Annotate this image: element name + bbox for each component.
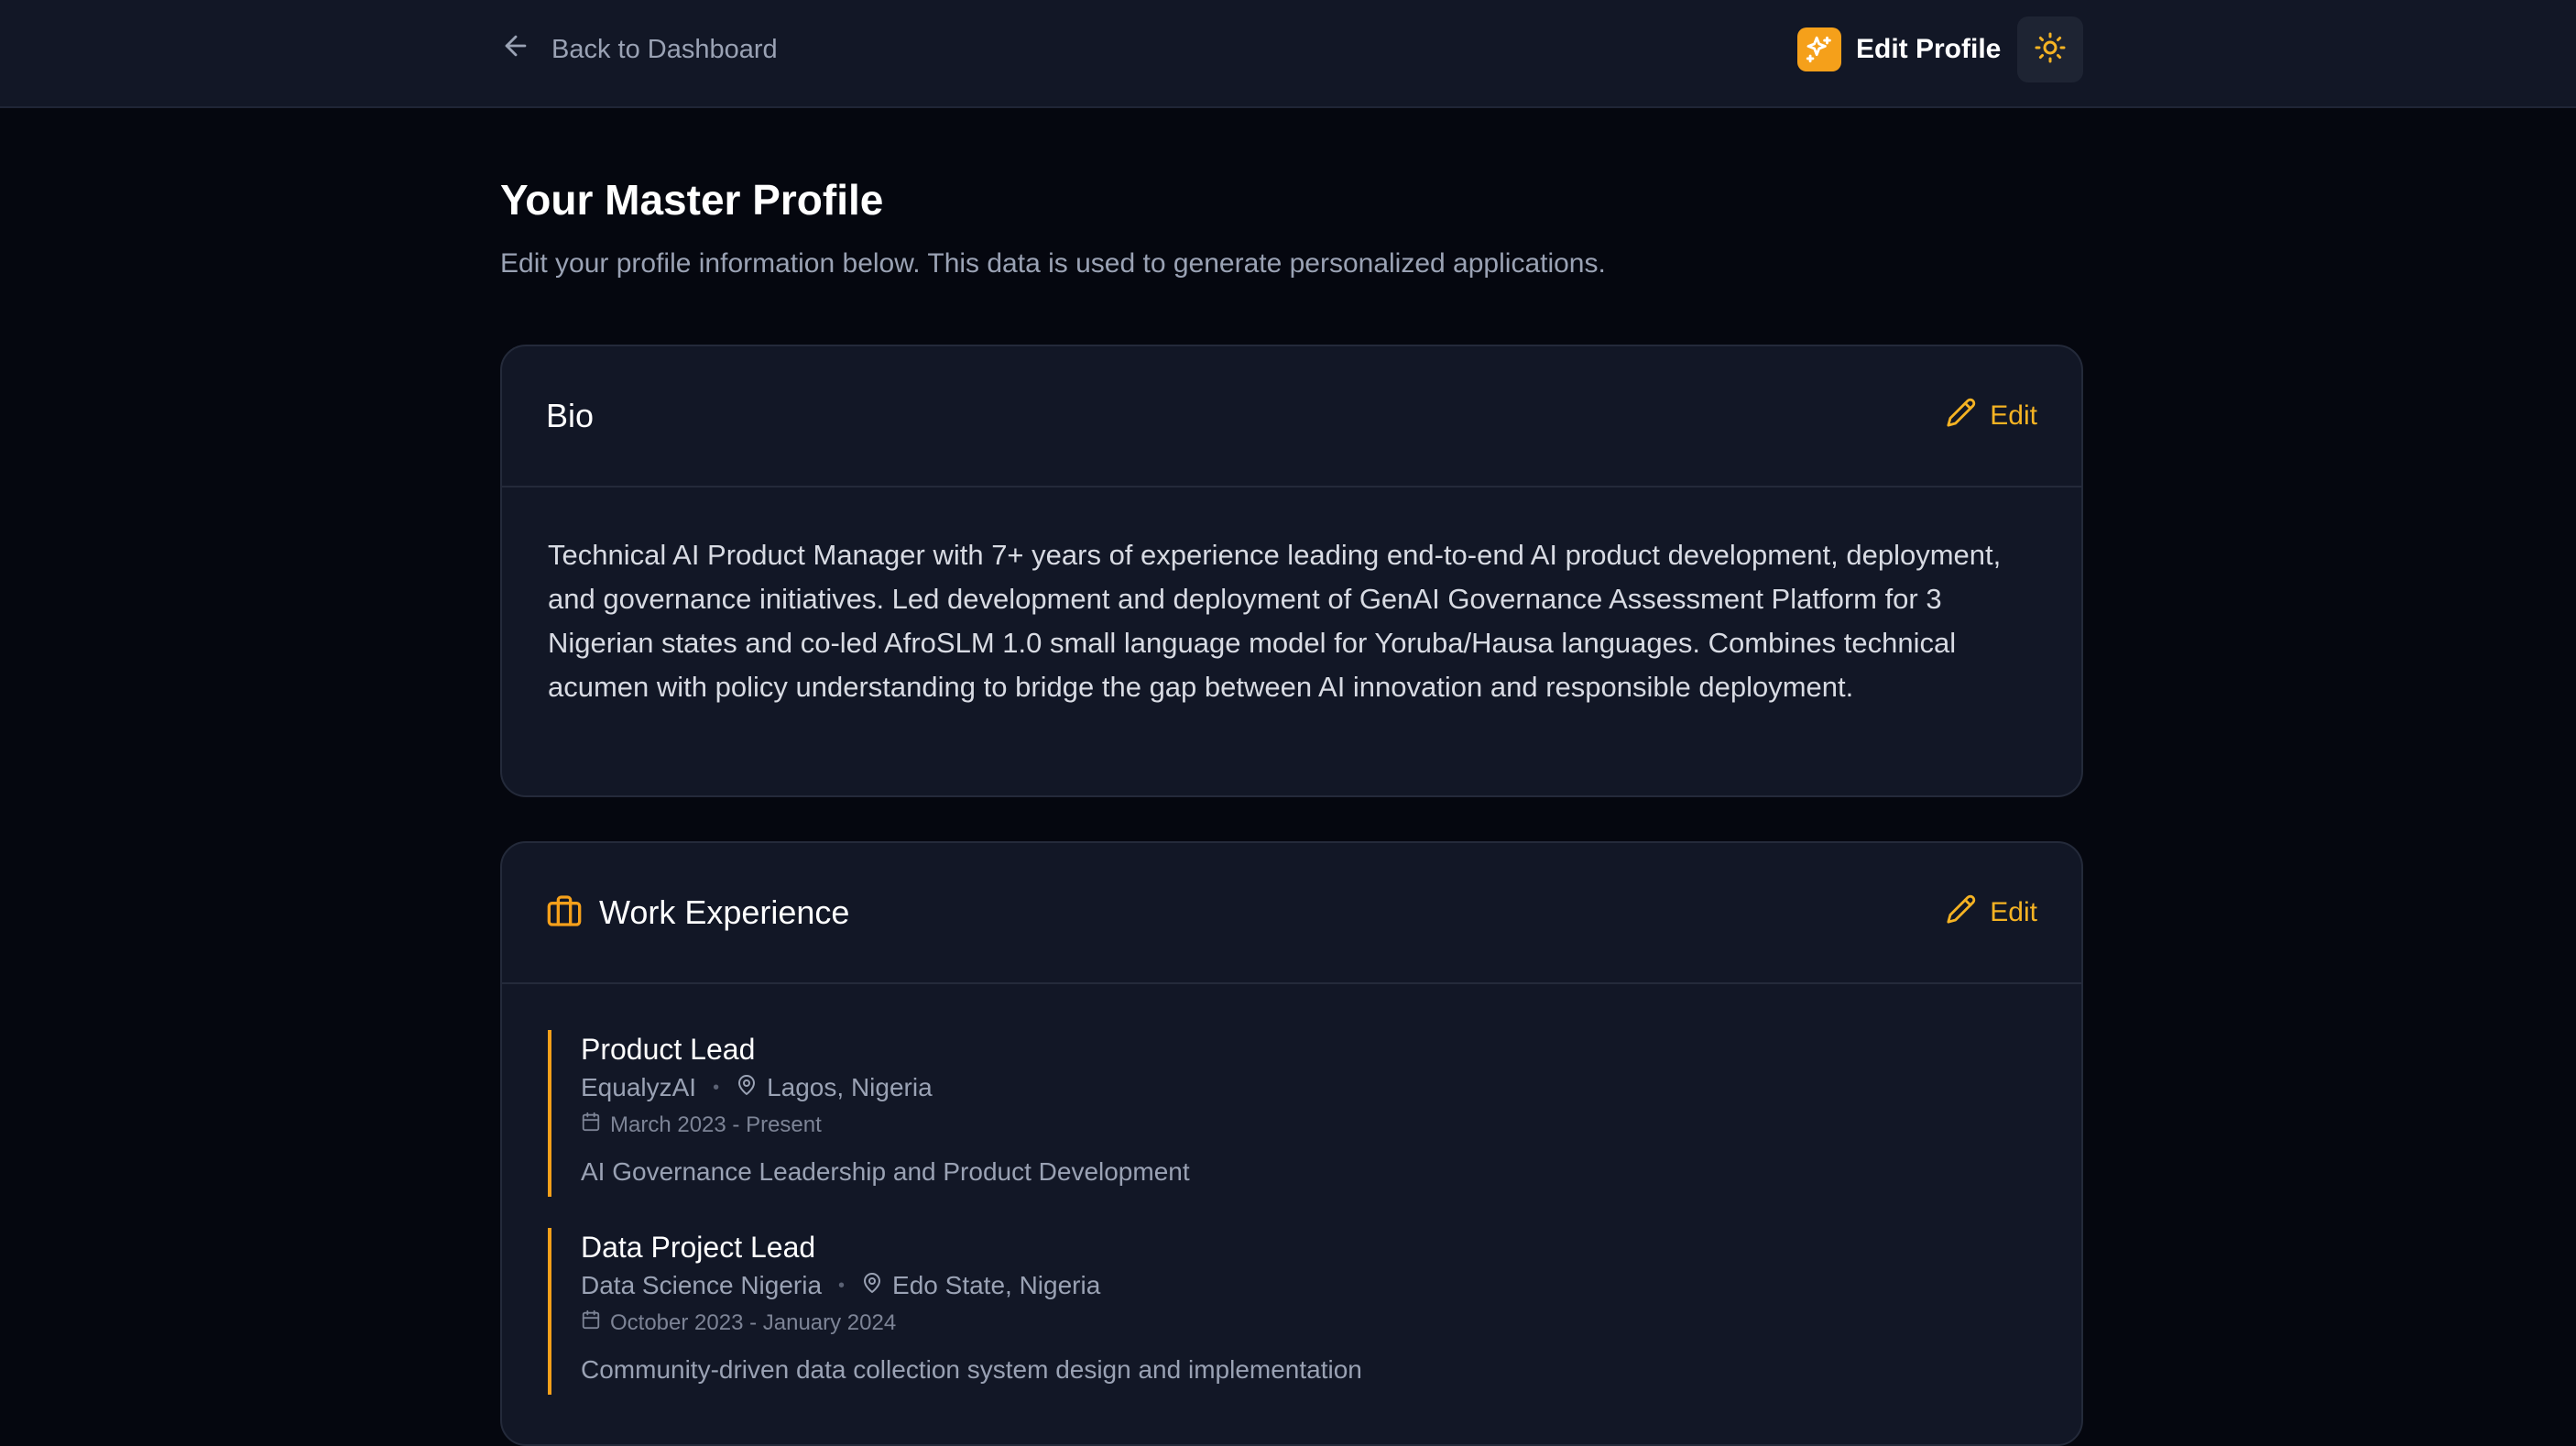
back-to-dashboard-link[interactable]: Back to Dashboard (500, 27, 778, 71)
calendar-icon (581, 1305, 610, 1342)
theme-toggle-button[interactable] (2017, 16, 2083, 82)
pencil-icon (1946, 397, 1990, 435)
page-title: Your Master Profile (500, 176, 884, 224)
sparkles-icon (1797, 27, 1841, 71)
work-location-label: Lagos, Nigeria (767, 1073, 933, 1101)
map-pin-icon (736, 1068, 767, 1107)
work-company: EqualyzAI (581, 1073, 697, 1101)
sun-icon (2034, 31, 2067, 69)
back-link-label: Back to Dashboard (551, 34, 778, 64)
bio-text: Technical AI Product Manager with 7+ yea… (548, 539, 2002, 703)
briefcase-icon (546, 893, 599, 934)
work-location-label: Edo State, Nigeria (892, 1271, 1101, 1299)
work-company: Data Science Nigeria (581, 1271, 823, 1299)
work-description: Community-driven data collection system … (581, 1355, 1362, 1384)
bio-edit-label: Edit (1990, 400, 2037, 431)
work-meta: EqualyzAI • Lagos, Nigeria (581, 1068, 2037, 1107)
pencil-icon (1946, 893, 1990, 932)
work-edit-button[interactable]: Edit (1946, 893, 2037, 932)
brand: Edit Profile (1797, 27, 2576, 71)
work-role: Data Project Lead (581, 1231, 816, 1264)
work-description: AI Governance Leadership and Product Dev… (581, 1157, 1190, 1186)
work-experience-list: Product Lead EqualyzAI • Lagos, Nigeria … (502, 984, 2081, 1395)
calendar-icon (581, 1107, 610, 1144)
work-meta: Data Science Nigeria • Edo State, Nigeri… (581, 1266, 2037, 1305)
bio-card-title: Bio (546, 397, 595, 434)
map-pin-icon (861, 1266, 892, 1305)
arrow-left-icon (500, 30, 551, 69)
separator-dot: • (838, 1276, 846, 1296)
work-dates-label: March 2023 - Present (610, 1112, 822, 1137)
brand-title: Edit Profile (1856, 34, 2002, 64)
work-role: Product Lead (581, 1033, 756, 1066)
work-card-title: Work Experience (599, 893, 850, 931)
work-location: Edo State, Nigeria (861, 1266, 1100, 1305)
work-card-header: Work Experience Edit (502, 843, 2081, 984)
work-edit-label: Edit (1990, 897, 2037, 927)
bio-edit-button[interactable]: Edit (1946, 397, 2037, 435)
page-subtitle: Edit your profile information below. Thi… (500, 248, 1606, 279)
work-item: Data Project Lead Data Science Nigeria •… (548, 1228, 2037, 1395)
work-dates: March 2023 - Present (581, 1107, 2037, 1144)
work-item: Product Lead EqualyzAI • Lagos, Nigeria … (548, 1030, 2037, 1197)
work-dates: October 2023 - January 2024 (581, 1305, 2037, 1342)
work-dates-label: October 2023 - January 2024 (610, 1310, 897, 1335)
separator-dot: • (713, 1078, 720, 1098)
top-navigation-bar: Back to Dashboard Edit Profile (0, 0, 2576, 108)
bio-card-header: Bio Edit (502, 346, 2081, 487)
work-location: Lagos, Nigeria (736, 1068, 933, 1107)
work-experience-card: Work Experience Edit Product Lead Equaly… (500, 841, 2083, 1446)
bio-card: Bio Edit Technical AI Product Manager wi… (500, 345, 2083, 797)
work-card-title-group: Work Experience (546, 893, 849, 934)
